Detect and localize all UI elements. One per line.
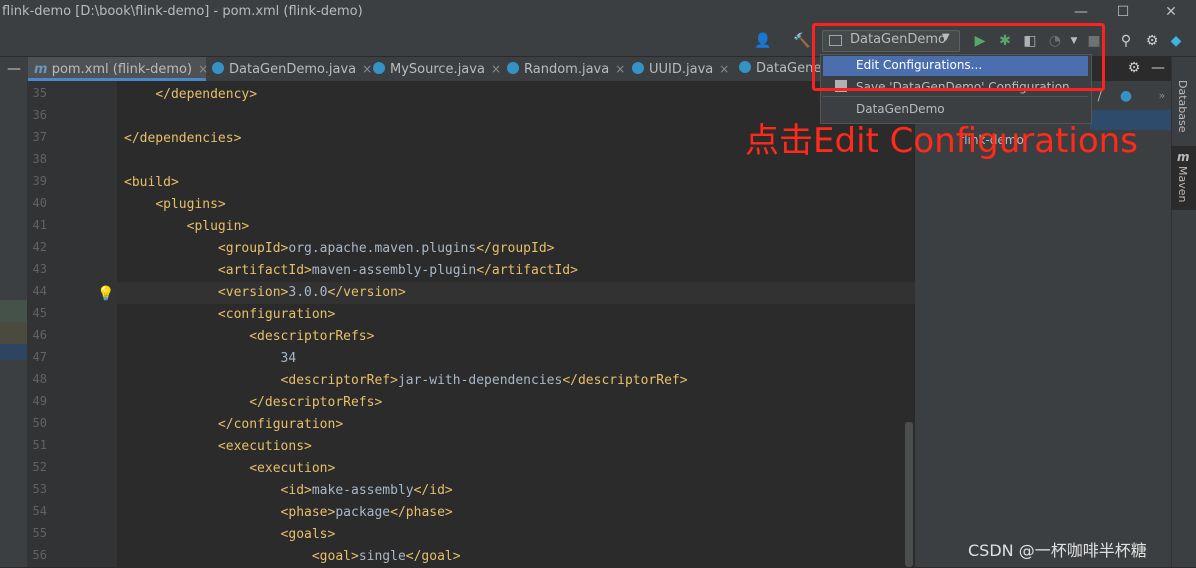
line-number: 53 bbox=[32, 482, 47, 496]
structure-marker bbox=[0, 322, 27, 344]
watermark: CSDN @一杯咖啡半杯糖 bbox=[968, 541, 1147, 560]
code-line: <executions> bbox=[217, 439, 312, 454]
code-line: </dependencies> bbox=[124, 131, 242, 146]
close-icon[interactable]: × bbox=[362, 62, 372, 76]
right-tool-strip bbox=[1171, 57, 1196, 567]
tab-label: MySource.java bbox=[390, 62, 485, 77]
window-title: flink-demo [D:\book\flink-demo] - pom.xm… bbox=[2, 4, 363, 19]
line-number: 56 bbox=[32, 548, 47, 562]
tab-uuid[interactable]: UUID.java × bbox=[632, 57, 729, 81]
code-line: <descriptorRef>jar-with-dependencies</de… bbox=[280, 373, 688, 388]
line-number: 42 bbox=[32, 240, 47, 254]
tab-label: UUID.java bbox=[649, 62, 714, 77]
structure-marker bbox=[0, 300, 27, 322]
tab-mysource[interactable]: MySource.java × bbox=[373, 57, 501, 81]
line-number: 55 bbox=[32, 526, 47, 540]
code-line: <groupId>org.apache.maven.plugins</group… bbox=[217, 241, 555, 256]
line-number: 52 bbox=[32, 460, 47, 474]
code-line: <build> bbox=[124, 175, 179, 190]
jetbrains-toolbox-icon[interactable]: ◆ bbox=[1166, 31, 1186, 51]
line-number: 35 bbox=[32, 86, 47, 100]
line-number: 38 bbox=[32, 152, 47, 166]
structure-marker bbox=[0, 344, 27, 360]
build-icon[interactable]: 🔨 bbox=[792, 31, 812, 51]
more-icon[interactable]: » bbox=[1152, 86, 1172, 106]
class-icon bbox=[507, 62, 519, 74]
code-line: <descriptorRefs> bbox=[249, 329, 375, 344]
code-line: <goals> bbox=[280, 527, 336, 542]
annotation-highlight-box bbox=[812, 23, 1105, 91]
code-line: <artifactId>maven-assembly-plugin</artif… bbox=[217, 263, 578, 278]
maven-icon: m bbox=[1177, 150, 1190, 164]
collapse-icon[interactable]: — bbox=[4, 59, 24, 79]
line-number: 47 bbox=[32, 350, 47, 364]
close-icon[interactable]: × bbox=[198, 62, 208, 76]
line-number: 39 bbox=[32, 174, 47, 188]
line-number: 43 bbox=[32, 262, 47, 276]
tab-random[interactable]: Random.java × bbox=[507, 57, 625, 81]
maximize-button[interactable]: ☐ bbox=[1110, 2, 1136, 22]
lightbulb-icon[interactable]: 💡 bbox=[97, 286, 114, 302]
class-icon bbox=[373, 62, 385, 74]
tab-label: pom.xml (flink-demo) bbox=[51, 62, 193, 77]
code-line: </dependency> bbox=[155, 87, 258, 102]
class-icon bbox=[632, 62, 644, 74]
code-line: </descriptorRefs> bbox=[249, 395, 383, 410]
code-line: 34 bbox=[124, 351, 297, 366]
line-number: 45 bbox=[32, 306, 47, 320]
tab-datagendemo[interactable]: DataGenDemo.java × bbox=[212, 57, 372, 81]
maven-tab[interactable]: Maven bbox=[1176, 166, 1189, 202]
minimize-button[interactable]: — bbox=[1068, 2, 1094, 22]
hide-icon[interactable]: — bbox=[1148, 58, 1168, 78]
line-number: 36 bbox=[32, 108, 47, 122]
line-number: 51 bbox=[32, 438, 47, 452]
close-icon[interactable]: × bbox=[491, 62, 501, 76]
editor-scrollbar[interactable] bbox=[905, 422, 913, 567]
code-line: <id>make-assembly</id> bbox=[280, 483, 453, 498]
code-line: <execution> bbox=[249, 461, 336, 476]
tab-label: DataGenDemo.java bbox=[229, 62, 357, 77]
tab-pom-xml[interactable]: m pom.xml (flink-demo) × bbox=[28, 57, 208, 81]
user-icon[interactable]: 👤 bbox=[753, 31, 773, 51]
code-line: <version>3.0.0</version> bbox=[217, 285, 406, 300]
code-line: <goal>single</goal> bbox=[311, 549, 461, 564]
class-icon bbox=[212, 62, 224, 74]
gear-icon[interactable]: ⚙ bbox=[1142, 31, 1162, 51]
line-number: 49 bbox=[32, 394, 47, 408]
line-number: 50 bbox=[32, 416, 47, 430]
close-button[interactable]: ✕ bbox=[1158, 2, 1184, 22]
line-number: 41 bbox=[32, 218, 47, 232]
code-line: <configuration> bbox=[217, 307, 336, 322]
line-number: 54 bbox=[32, 504, 47, 518]
maven-icon: m bbox=[34, 62, 48, 77]
annotation-text: 点击Edit Configurations bbox=[745, 121, 1138, 161]
menu-separator bbox=[823, 96, 1088, 97]
tab-label: Random.java bbox=[524, 62, 610, 77]
class-icon bbox=[739, 61, 751, 73]
close-icon[interactable]: × bbox=[615, 62, 625, 76]
line-number: 46 bbox=[32, 328, 47, 342]
line-number: 48 bbox=[32, 372, 47, 386]
code-line: <plugins> bbox=[155, 197, 226, 212]
database-tab[interactable]: Database bbox=[1176, 80, 1189, 133]
line-number: 44 bbox=[32, 284, 47, 298]
code-line: </configuration> bbox=[217, 417, 344, 432]
code-line: <phase>package</phase> bbox=[280, 505, 453, 520]
code-line: <plugin> bbox=[186, 219, 250, 234]
gear-icon[interactable]: ⚙ bbox=[1124, 58, 1144, 78]
search-icon[interactable]: ⚲ bbox=[1116, 31, 1136, 51]
line-number: 37 bbox=[32, 130, 47, 144]
close-icon[interactable]: × bbox=[719, 62, 729, 76]
refresh-icon[interactable]: ● bbox=[1116, 86, 1136, 106]
line-number: 40 bbox=[32, 196, 47, 210]
